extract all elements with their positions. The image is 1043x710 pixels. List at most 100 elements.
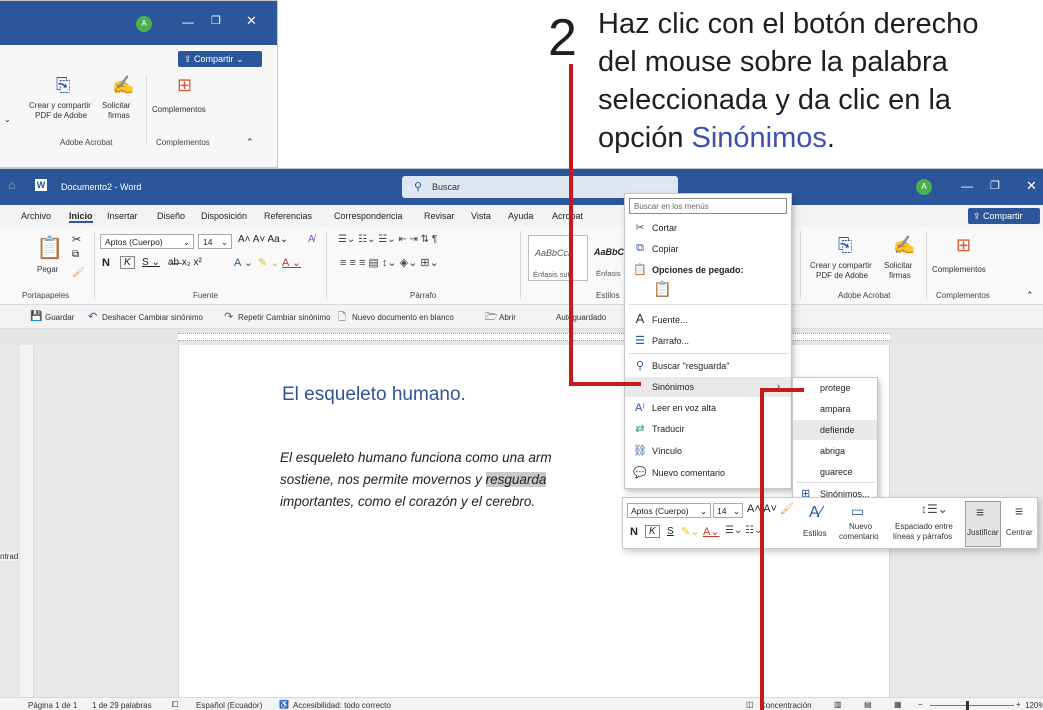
menu-item-font[interactable]: A Fuente... xyxy=(625,310,791,330)
save-icon[interactable]: 💾 xyxy=(30,311,42,322)
tab-insertar[interactable]: Insertar xyxy=(107,211,138,221)
read-mode-icon[interactable]: ▥ xyxy=(834,700,842,709)
style-gallery-item-emphasis[interactable]: AaBbCc Énfasis xyxy=(590,235,624,281)
menu-item-lookup[interactable]: ⚲ Buscar "resguarda" xyxy=(625,356,791,376)
paste-keep-text-icon[interactable]: 📋 xyxy=(653,280,672,298)
addins-icon[interactable]: ⊞ xyxy=(956,235,971,256)
addins-label[interactable]: Complementos xyxy=(932,265,986,274)
menu-item-read-aloud[interactable]: A⁾ Leer en voz alta xyxy=(625,398,791,418)
word-count[interactable]: 1 de 29 palabras xyxy=(92,701,152,710)
minimize-icon[interactable]: — xyxy=(961,179,973,193)
redo-icon[interactable]: ↷ xyxy=(224,310,233,323)
styles-button[interactable]: Estilos xyxy=(803,529,827,538)
center-button[interactable]: Centrar xyxy=(1006,528,1033,537)
signature-icon[interactable]: ✍ xyxy=(893,235,915,256)
tab-acrobat[interactable]: Acrobat xyxy=(552,211,583,221)
open-folder-icon[interactable]: 🗁 xyxy=(485,310,497,327)
save-button[interactable]: Guardar xyxy=(45,313,74,322)
zoom-out-icon[interactable]: − xyxy=(918,700,923,709)
avatar[interactable]: A xyxy=(136,16,152,32)
style-gallery-item-subtle-emphasis[interactable]: AaBbCcL Énfasis sutil xyxy=(528,235,588,281)
bullets-icon[interactable]: ☰⌄ ☷⌄ ☱⌄ ⇤ ⇥ ⇅ ¶ xyxy=(338,234,437,245)
font-color-icon[interactable]: A⌄ xyxy=(703,525,720,538)
align-icons[interactable]: ≡ ≡ ≡ ▤ ↕⌄ ◈⌄ ⊞⌄ xyxy=(340,256,439,269)
italic-icon[interactable]: K xyxy=(645,525,660,538)
request-sign-label[interactable]: Solicitar xyxy=(102,101,130,110)
synonym-item[interactable]: protege xyxy=(793,378,877,398)
bold-icon[interactable]: N xyxy=(102,257,110,269)
open-button[interactable]: Abrir xyxy=(499,313,516,322)
addins-label[interactable]: Complementos xyxy=(152,105,206,114)
justify-button[interactable]: ≡ Justificar xyxy=(965,501,1001,547)
highlight-icon[interactable]: ✎ ⌄ xyxy=(258,256,280,269)
language[interactable]: Español (Ecuador) xyxy=(196,701,262,710)
format-painter-icon[interactable]: 🖌 xyxy=(72,267,85,278)
autosave-label[interactable]: Autoguardado xyxy=(556,313,606,322)
focus-icon[interactable]: ◫ xyxy=(746,700,754,709)
font-name-select[interactable]: Aptos (Cuerpo) ⌄ xyxy=(627,503,711,518)
bullets-icon[interactable]: ☰⌄ ☷⌄ xyxy=(725,525,762,536)
menu-item-link[interactable]: ⛓ Vínculo xyxy=(625,441,791,461)
new-comment-label[interactable]: Nuevo xyxy=(849,522,872,531)
accessibility-status[interactable]: Accesibilidad: todo correcto xyxy=(293,701,391,710)
menu-item-copy[interactable]: ⧉ Copiar xyxy=(625,239,791,259)
request-sign-label-2[interactable]: firmas xyxy=(108,111,130,120)
line-spacing-label[interactable]: Espaciado entre xyxy=(895,522,953,531)
grow-font-icon[interactable]: A˄ A˅ Aa⌄ xyxy=(238,234,288,245)
request-sign-label[interactable]: Solicitar xyxy=(884,261,912,270)
create-pdf-icon[interactable]: ⎘ xyxy=(56,75,70,96)
styles-icon[interactable]: A⁄ xyxy=(809,504,822,522)
center-icon[interactable]: ≡ xyxy=(1015,503,1023,519)
create-pdf-label-2[interactable]: PDF de Adobe xyxy=(35,111,87,120)
underline-icon[interactable]: S ⌄ xyxy=(142,257,160,268)
create-pdf-label[interactable]: Crear y compartir xyxy=(29,101,91,110)
clear-format-icon[interactable]: A̸ xyxy=(308,234,315,245)
synonym-item[interactable]: defiende xyxy=(793,420,877,440)
undo-button[interactable]: Deshacer Cambiar sinónimo xyxy=(102,313,203,322)
print-layout-icon[interactable]: ▤ xyxy=(864,700,872,709)
create-pdf-label-2[interactable]: PDF de Adobe xyxy=(816,271,868,280)
new-comment-icon[interactable]: ▭ xyxy=(851,503,864,520)
tab-referencias[interactable]: Referencias xyxy=(264,211,312,221)
close-icon[interactable]: ✕ xyxy=(1026,178,1037,194)
line-spacing-label-2[interactable]: líneas y párrafos xyxy=(893,532,952,541)
menu-item-cut[interactable]: ✂ Cortar xyxy=(625,218,791,238)
paste-icon[interactable]: 📋 xyxy=(36,235,63,261)
zoom-in-icon[interactable]: + xyxy=(1016,700,1021,709)
tab-disposicion[interactable]: Disposición xyxy=(201,211,247,221)
tab-diseno[interactable]: Diseño xyxy=(157,211,185,221)
focus-mode[interactable]: Concentración xyxy=(760,701,812,710)
new-comment-label-2[interactable]: comentario xyxy=(839,532,879,541)
page-count[interactable]: Página 1 de 1 xyxy=(28,701,77,710)
strikethrough-icon[interactable]: a̶b̶ x₂ x² xyxy=(168,257,202,268)
close-icon[interactable]: ✕ xyxy=(246,13,257,29)
restore-icon[interactable]: ❐ xyxy=(990,179,1000,192)
menu-search-input[interactable]: Buscar en los menús xyxy=(629,198,787,214)
bold-icon[interactable]: N xyxy=(630,526,638,538)
word-app-icon[interactable]: W xyxy=(35,179,47,191)
text-effects-icon[interactable]: A ⌄ xyxy=(234,256,253,269)
collapse-ribbon-icon[interactable]: ⌃ xyxy=(246,137,254,148)
cut-icon[interactable]: ✂ xyxy=(72,233,81,246)
restore-icon[interactable]: ❐ xyxy=(211,14,221,27)
horizontal-ruler[interactable] xyxy=(0,329,1043,345)
create-pdf-label[interactable]: Crear y compartir xyxy=(810,261,872,270)
zoom-slider-thumb[interactable] xyxy=(966,701,969,710)
undo-icon[interactable]: ↶ xyxy=(88,310,97,323)
synonym-item[interactable]: abriga xyxy=(793,441,877,461)
synonym-item[interactable]: guarece xyxy=(793,462,877,482)
highlight-icon[interactable]: ✎⌄ xyxy=(681,525,699,538)
tab-inicio[interactable]: Inicio xyxy=(69,211,93,223)
tab-vista[interactable]: Vista xyxy=(471,211,491,221)
paste-label[interactable]: Pegar xyxy=(37,265,58,274)
tab-revisar[interactable]: Revisar xyxy=(424,211,455,221)
collapse-ribbon-icon[interactable]: ⌃ xyxy=(1026,290,1034,301)
tab-ayuda[interactable]: Ayuda xyxy=(508,211,533,221)
minimize-icon[interactable]: — xyxy=(182,15,194,29)
menu-item-translate[interactable]: ⇄ Traducir xyxy=(625,419,791,439)
font-name-select[interactable]: Aptos (Cuerpo) ⌄ xyxy=(100,234,194,249)
font-size-select[interactable]: 14 ⌄ xyxy=(198,234,232,249)
create-pdf-icon[interactable]: ⎘ xyxy=(838,235,852,256)
new-document-icon[interactable]: 🗋 xyxy=(338,310,346,327)
zoom-level[interactable]: 120% xyxy=(1025,701,1043,710)
